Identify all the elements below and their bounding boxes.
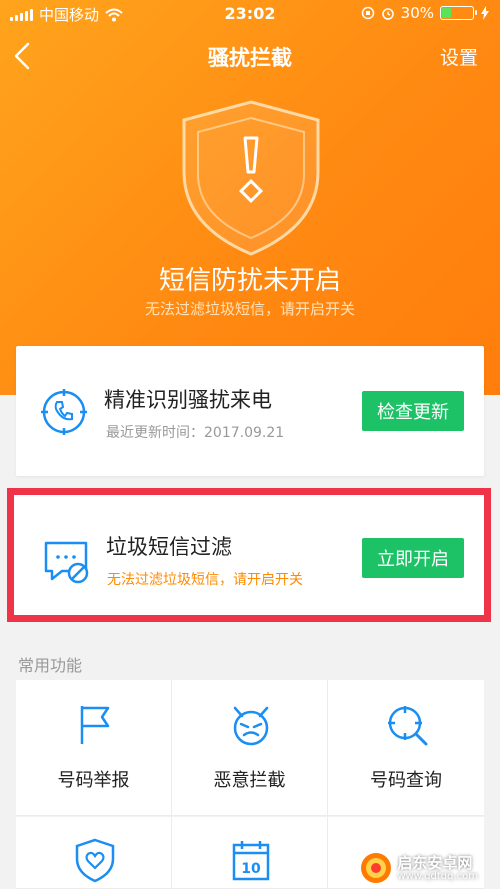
svg-text:10: 10 [241,861,261,877]
calendar-icon: 10 [232,841,270,881]
message-block-icon [44,541,89,584]
settings-button[interactable]: 设置 [440,43,478,70]
call-identify-card: 精准识别骚扰来电 最近更新时间：2017.09.21 检查更新 [16,346,484,476]
call-identify-title: 精准识别骚扰来电 [104,388,272,412]
call-update-time: 最近更新时间：2017.09.21 [106,425,285,441]
alarm-icon [381,8,394,20]
feature-report-number[interactable]: 号码举报 [16,680,172,816]
watermark-logo-icon [361,853,392,883]
feature-label: 号码举报 [57,770,130,791]
sms-filter-title: 垃圾短信过滤 [106,535,232,559]
heart-shield-icon [75,838,115,883]
section-title: 常用功能 [18,656,83,675]
feature-number-lookup[interactable]: 号码查询 [328,680,484,816]
feature-label: 号码查询 [370,770,442,791]
hero-banner: 中国移动 23:02 30% 骚扰拦截 设置 短信防扰未开启 无法过滤垃圾短信，… [0,0,500,395]
check-update-button[interactable]: 检查更新 [362,391,464,431]
feature-label: 恶意拦截 [213,770,286,791]
feature-schedule[interactable]: 10 [172,817,328,889]
watermark-url: www.qdtdq.com [397,870,478,882]
orientation-lock-icon [361,6,374,20]
sms-filter-card: 垃圾短信过滤 无法过滤垃圾短信，请开启开关 立即开启 [7,488,491,622]
crosshair-search-icon [388,706,428,746]
watermark-text: 启东安卓网 [397,853,473,872]
devil-face-icon [233,706,269,746]
battery-icon [440,6,477,20]
sms-filter-warning: 无法过滤垃圾短信，请开启开关 [107,572,303,588]
page-title: 骚扰拦截 [208,46,292,70]
site-watermark: 启东安卓网 www.qdtdq.com [359,851,478,885]
feature-grid: 号码举报 恶意拦截 号码查询 10 启东安卓网 www.qdtdq.com [16,680,484,889]
nav-bar: 骚扰拦截 设置 [0,30,500,82]
flag-icon [80,706,110,744]
hero-status-title: 短信防扰未开启 [158,266,341,296]
status-bar: 中国移动 23:02 30% [0,0,500,28]
feature-protection[interactable] [16,817,172,889]
hero-status-subtitle: 无法过滤垃圾短信，请开启开关 [144,300,355,318]
feature-malicious-block[interactable]: 恶意拦截 [172,680,328,816]
battery-percent: 30% [400,4,434,22]
shield-warning-icon [182,100,320,256]
charging-icon [481,6,489,20]
phone-target-icon [41,389,87,435]
enable-now-button[interactable]: 立即开启 [362,538,464,578]
